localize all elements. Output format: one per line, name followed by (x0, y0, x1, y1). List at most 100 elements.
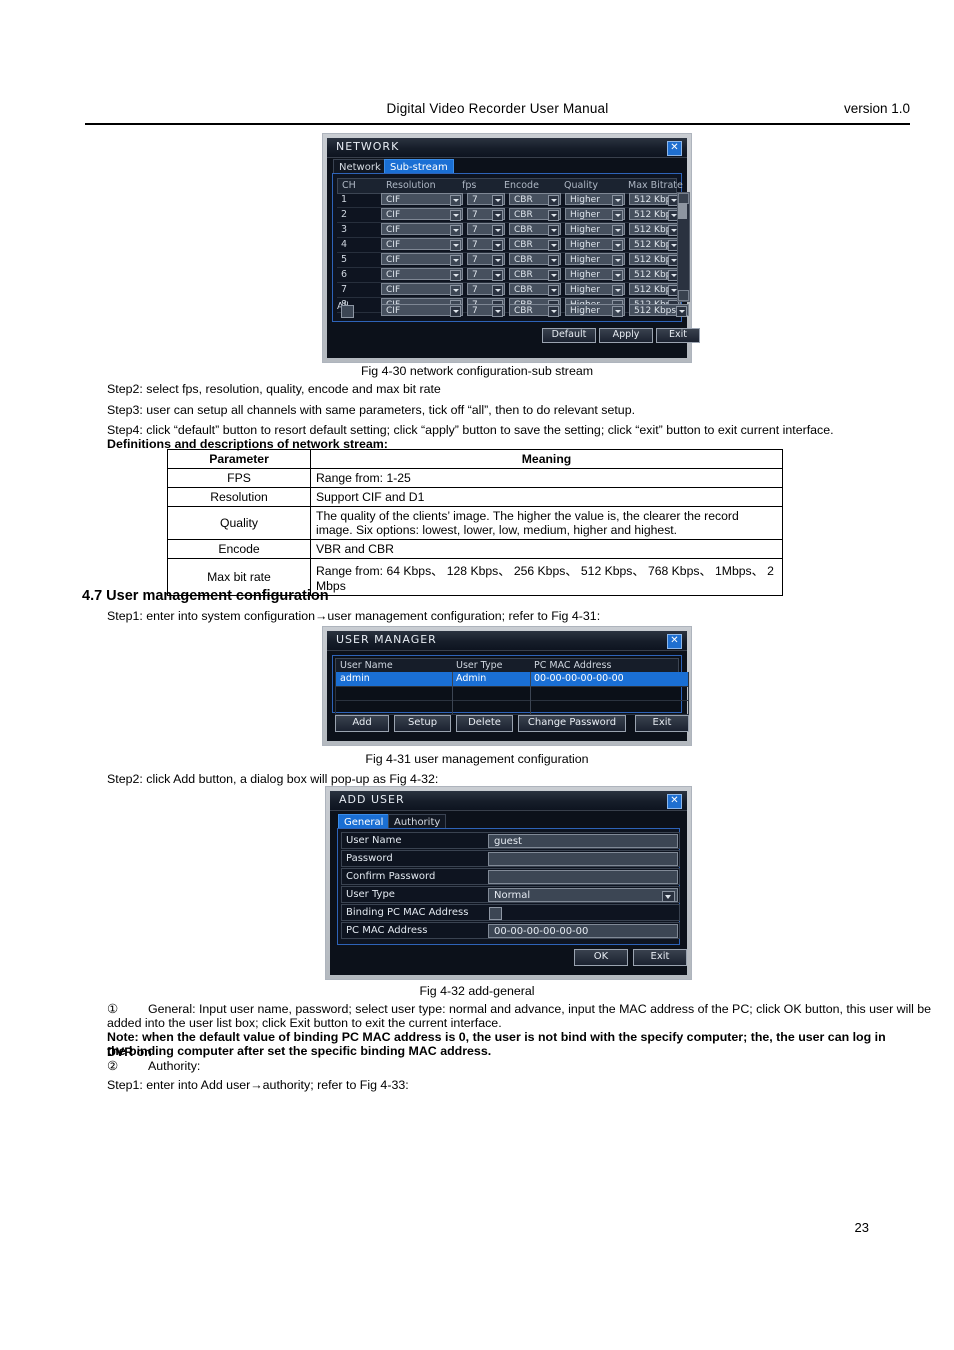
delete-button[interactable]: Delete (456, 715, 513, 732)
chevron-down-icon (548, 285, 559, 296)
field-label: PC MAC Address (346, 925, 428, 936)
channel-resolution-select[interactable]: CIF (381, 223, 463, 236)
add-user-dialog: ADD USER ✕ General Authority User Name gu… (325, 786, 692, 980)
chevron-down-icon (492, 306, 503, 317)
binding-pc-mac-checkbox[interactable] (489, 907, 502, 920)
field-input[interactable] (488, 852, 678, 866)
column-encode: Encode (504, 180, 539, 191)
field-input[interactable] (488, 870, 678, 884)
channel-encode-select[interactable]: CBR (509, 208, 561, 221)
channel-encode-select[interactable]: CBR (509, 283, 561, 296)
chevron-down-icon (492, 225, 503, 236)
channel-fps-select[interactable]: 7 (467, 253, 505, 266)
channel-quality-select[interactable]: Higher (565, 268, 625, 281)
all-resolution-select[interactable]: CIF (381, 304, 463, 317)
channel-bitrate-select[interactable]: 512 Kbps (629, 208, 681, 221)
channel-bitrate-select[interactable]: 512 Kbps (629, 268, 681, 281)
channel-bitrate-select[interactable]: 512 Kbps (629, 253, 681, 266)
chevron-down-icon (548, 306, 559, 317)
meaning-cell: VBR and CBR (310, 539, 783, 559)
all-encode-select[interactable]: CBR (509, 304, 561, 317)
exit-button[interactable]: Exit (656, 328, 700, 343)
channel-quality-select[interactable]: Higher (565, 283, 625, 296)
apply-button[interactable]: Apply (599, 328, 653, 343)
channel-fps-select[interactable]: 7 (467, 193, 505, 206)
scroll-down-icon[interactable] (678, 290, 689, 301)
channel-quality-select[interactable]: Higher (565, 193, 625, 206)
parameter-cell: Quality (167, 506, 311, 540)
channel-fps-select[interactable]: 7 (467, 283, 505, 296)
column-max-bitrate: Max Bitrate (628, 180, 683, 191)
header-title: Digital Video Recorder User Manual (386, 101, 609, 116)
field-input[interactable]: guest (488, 834, 678, 848)
table-header-cell: Parameter (167, 449, 311, 469)
channel-resolution-select[interactable]: CIF (381, 238, 463, 251)
close-icon[interactable]: ✕ (667, 141, 682, 156)
close-icon[interactable]: ✕ (667, 634, 682, 649)
channel-encode-select[interactable]: CBR (509, 268, 561, 281)
scroll-thumb[interactable] (678, 203, 687, 219)
user-manager-title: USER MANAGER (336, 633, 437, 646)
channel-encode-select[interactable]: CBR (509, 223, 561, 236)
channel-quality-select[interactable]: Higher (565, 208, 625, 221)
column-pc-mac-address: PC MAC Address (534, 660, 612, 671)
field-input[interactable]: 00-00-00-00-00-00 (488, 924, 678, 938)
all-fps-select[interactable]: 7 (467, 304, 505, 317)
ok-button[interactable]: OK (574, 949, 628, 966)
channel-quality-select[interactable]: Higher (565, 253, 625, 266)
channel-scrollbar[interactable] (677, 192, 690, 302)
chevron-down-icon (676, 306, 687, 317)
channel-resolution-select[interactable]: CIF (381, 253, 463, 266)
table-row[interactable]: admin Admin 00-00-00-00-00-00 (335, 672, 689, 687)
column-resolution: Resolution (386, 180, 436, 191)
channel-encode-select[interactable]: CBR (509, 253, 561, 266)
chevron-down-icon (612, 210, 623, 221)
channel-fps-select[interactable]: 7 (467, 223, 505, 236)
channel-resolution-select[interactable]: CIF (381, 208, 463, 221)
user-manager-exit-button[interactable]: Exit (635, 715, 689, 732)
note-item1-marker: ① (107, 1002, 119, 1016)
channel-resolution-select[interactable]: CIF (381, 268, 463, 281)
step2-add-user: Step2: click Add button, a dialog box wi… (107, 772, 439, 786)
table-header-row: Parameter Meaning (167, 449, 783, 469)
channel-bitrate-select[interactable]: 512 Kbps (629, 193, 681, 206)
add-user-exit-button[interactable]: Exit (633, 949, 687, 966)
table-row: FPS Range from: 1-25 (167, 468, 783, 488)
chevron-down-icon (492, 195, 503, 206)
setup-button[interactable]: Setup (394, 715, 451, 732)
close-icon[interactable]: ✕ (667, 794, 682, 809)
chevron-down-icon (612, 195, 623, 206)
note-item1-line2: added into the user list box; click Exit… (107, 1016, 502, 1030)
channel-bitrate-select[interactable]: 512 Kbps (629, 223, 681, 236)
chevron-down-icon (548, 270, 559, 281)
header-divider (85, 123, 910, 125)
channel-fps-select[interactable]: 7 (467, 238, 505, 251)
table-row[interactable] (335, 686, 689, 701)
default-button[interactable]: Default (542, 328, 596, 343)
table-row[interactable] (335, 700, 689, 715)
network-dialog-body: NETWORK ✕ Network Sub-stream CH Resoluti… (327, 138, 700, 358)
channel-number: 4 (341, 239, 348, 250)
column-user-type: User Type (456, 660, 503, 671)
parameter-cell: FPS (167, 468, 311, 488)
add-button[interactable]: Add (335, 715, 389, 732)
all-checkbox[interactable] (341, 305, 354, 318)
channel-encode-select[interactable]: CBR (509, 238, 561, 251)
channel-resolution-select[interactable]: CIF (381, 193, 463, 206)
channel-encode-select[interactable]: CBR (509, 193, 561, 206)
all-bitrate-select[interactable]: 512 Kbps (629, 304, 689, 317)
all-quality-select[interactable]: Higher (565, 304, 625, 317)
channel-row: 7 CIF 7 CBR Higher 512 Kbps (337, 282, 681, 298)
channel-bitrate-select[interactable]: 512 Kbps (629, 238, 681, 251)
channel-quality-select[interactable]: Higher (565, 223, 625, 236)
parameter-table: Parameter Meaning FPS Range from: 1-25 Resol… (167, 449, 783, 596)
channel-fps-select[interactable]: 7 (467, 268, 505, 281)
change-password-button[interactable]: Change Password (518, 715, 626, 732)
channel-quality-select[interactable]: Higher (565, 238, 625, 251)
form-row: User Type Normal (341, 886, 680, 903)
channel-resolution-select[interactable]: CIF (381, 283, 463, 296)
channel-fps-select[interactable]: 7 (467, 208, 505, 221)
channel-row: 1 CIF 7 CBR Higher 512 Kbps (337, 192, 681, 208)
user-type-select[interactable]: Normal (488, 888, 678, 902)
channel-bitrate-select[interactable]: 512 Kbps (629, 283, 681, 296)
